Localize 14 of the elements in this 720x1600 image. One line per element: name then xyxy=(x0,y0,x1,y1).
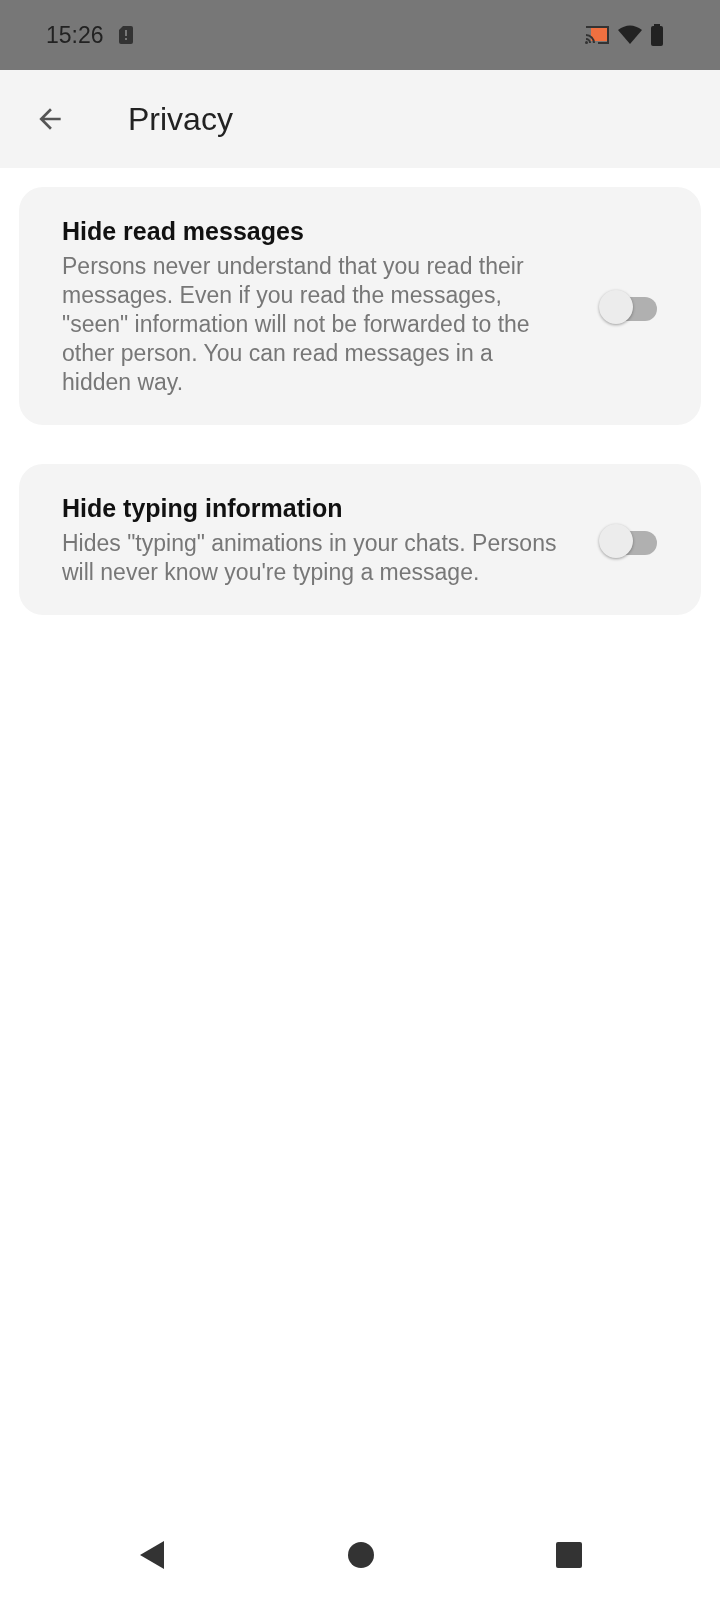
sim-alert-icon xyxy=(117,25,134,45)
back-nav-icon[interactable] xyxy=(138,1539,166,1571)
toggle-switch[interactable] xyxy=(599,289,657,325)
status-time: 15:26 xyxy=(46,21,104,49)
cast-icon xyxy=(584,25,610,45)
setting-title: Hide typing information xyxy=(62,494,344,523)
setting-description: Persons never understand that you read their messages. Even if you read the messages, "seen" information will not be forwarded to the other person. You can read messages in a hidden way. xyxy=(62,252,531,397)
wifi-icon xyxy=(618,25,642,45)
home-nav-icon[interactable] xyxy=(348,1542,374,1568)
page-title: Privacy xyxy=(128,100,233,138)
battery-icon xyxy=(650,24,664,46)
toggle-switch[interactable] xyxy=(599,522,657,559)
setting-description: Hides "typing" animations in your chats. Persons will never know you're typing a message. xyxy=(62,529,558,587)
setting-title: Hide read messages xyxy=(62,217,305,246)
